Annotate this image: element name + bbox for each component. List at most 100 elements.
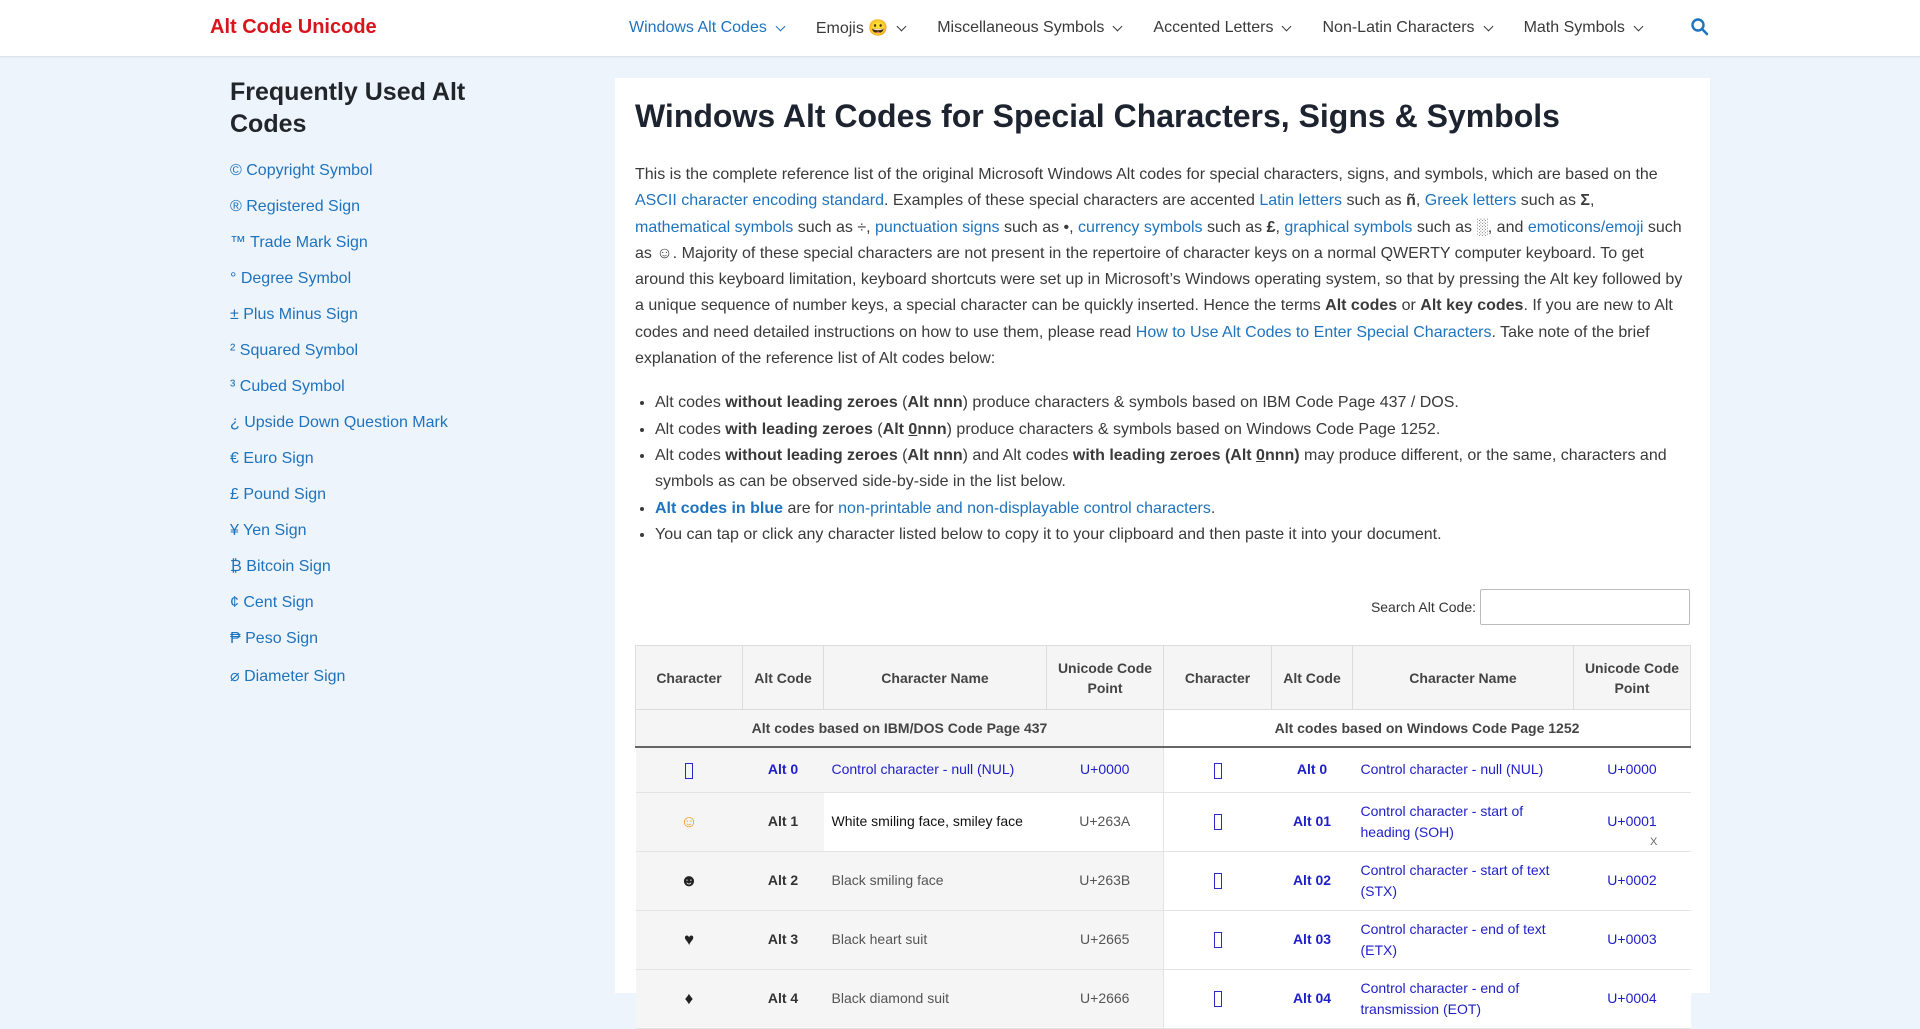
chevron-down-icon <box>896 21 907 31</box>
link-latin-letters[interactable]: Latin letters <box>1259 192 1342 209</box>
sidebar-link-upside-down-question[interactable]: ¿ Upside Down Question Mark <box>230 414 448 431</box>
alt-code-cell: Alt 02 <box>1271 851 1353 911</box>
link-currency-symbols[interactable]: currency symbols <box>1078 219 1202 236</box>
link-punctuation-signs[interactable]: punctuation signs <box>875 219 1000 236</box>
col-header-character-name: Character Name <box>1352 645 1574 710</box>
table-row: Alt 0 Control character - null (NUL) U+0… <box>635 747 1691 793</box>
note-item: Alt codes with leading zeroes (Alt 0nnn)… <box>655 417 1690 443</box>
chevron-down-icon <box>1633 21 1644 31</box>
sidebar-item: ¥ Yen Sign <box>230 522 530 558</box>
alt-code-cell: Alt 04 <box>1271 969 1353 1029</box>
character-cell[interactable] <box>1163 851 1272 911</box>
group-header-windows: Alt codes based on Windows Code Page 125… <box>1163 709 1691 748</box>
character-cell[interactable] <box>1163 969 1272 1029</box>
col-header-alt-code: Alt Code <box>1271 645 1353 710</box>
character-name-cell: Control character - null (NUL) <box>1352 747 1574 793</box>
nav-windows-alt-codes[interactable]: Windows Alt Codes <box>629 18 786 38</box>
sidebar-link-trademark[interactable]: ™ Trade Mark Sign <box>230 234 368 251</box>
character-cell[interactable] <box>1163 910 1272 970</box>
character-cell[interactable] <box>635 747 743 793</box>
link-mathematical-symbols[interactable]: mathematical symbols <box>635 219 793 236</box>
alt-code-cell: Alt 1 <box>742 792 824 852</box>
sidebar-title: Frequently Used Alt Codes <box>230 78 466 138</box>
site-header: Alt Code Unicode Windows Alt Codes Emoji… <box>0 0 1920 57</box>
nav-accented-letters[interactable]: Accented Letters <box>1153 18 1292 38</box>
character-name-cell: Black smiling face <box>823 851 1047 911</box>
character-cell[interactable]: ☺ <box>635 792 743 852</box>
link-emoticons-emoji[interactable]: emoticons/emoji <box>1528 219 1644 236</box>
character-cell[interactable] <box>1163 747 1272 793</box>
alt-code-cell: Alt 4 <box>742 969 824 1029</box>
character-cell[interactable]: ♥ <box>635 910 743 970</box>
note-item: You can tap or click any character liste… <box>655 522 1690 548</box>
sidebar-item: ² Squared Symbol <box>230 342 530 378</box>
sidebar: Frequently Used Alt Codes © Copyright Sy… <box>230 76 530 702</box>
control-char-box-icon <box>1213 762 1222 779</box>
sidebar-link-pound[interactable]: £ Pound Sign <box>230 486 326 503</box>
alt-codes-table: Character Alt Code Character Name Unicod… <box>635 645 1691 1029</box>
link-ascii[interactable]: ASCII character encoding standard <box>635 192 884 209</box>
col-header-character: Character <box>635 645 743 710</box>
character-cell[interactable] <box>1163 792 1272 852</box>
col-header-character: Character <box>1163 645 1272 710</box>
page-title: Windows Alt Codes for Special Characters… <box>635 98 1560 134</box>
article: Windows Alt Codes for Special Characters… <box>635 96 1691 1029</box>
sidebar-link-diameter[interactable]: ⌀ Diameter Sign <box>230 668 345 685</box>
character-name-cell: Control character - null (NUL) <box>823 747 1047 793</box>
unicode-cell: U+2665 <box>1046 910 1164 970</box>
sidebar-item: ₱ Peso Sign <box>230 630 530 666</box>
nav-emojis[interactable]: Emojis 😀 <box>816 18 907 38</box>
sidebar-link-degree[interactable]: ° Degree Symbol <box>230 270 351 287</box>
sidebar-link-plus-minus[interactable]: ± Plus Minus Sign <box>230 306 358 323</box>
nav-math-symbols[interactable]: Math Symbols <box>1524 18 1644 38</box>
link-graphical-symbols[interactable]: graphical symbols <box>1284 219 1412 236</box>
search-icon[interactable] <box>1690 17 1710 37</box>
search-label: Search Alt Code: <box>1370 599 1476 615</box>
character-cell[interactable]: ♦ <box>635 969 743 1029</box>
sidebar-link-cubed[interactable]: ³ Cubed Symbol <box>230 378 345 395</box>
sidebar-item: ¢ Cent Sign <box>230 594 530 630</box>
control-char-box-icon <box>1213 873 1222 890</box>
sidebar-link-cent[interactable]: ¢ Cent Sign <box>230 594 314 611</box>
close-ad-button[interactable]: X <box>1650 836 1657 848</box>
sidebar-link-bitcoin[interactable]: ₿ Bitcoin Sign <box>230 558 331 575</box>
alt-code-cell: Alt 03 <box>1271 910 1353 970</box>
control-char-box-icon <box>1213 932 1222 949</box>
sidebar-item: £ Pound Sign <box>230 486 530 522</box>
table-header-row: Character Alt Code Character Name Unicod… <box>635 645 1691 710</box>
alt-code-search: Search Alt Code: <box>1371 589 1690 625</box>
link-greek-letters[interactable]: Greek letters <box>1425 192 1517 209</box>
main-nav: Windows Alt Codes Emojis 😀 Miscellaneous… <box>629 18 1674 38</box>
nav-non-latin-characters[interactable]: Non-Latin Characters <box>1322 18 1494 38</box>
link-how-to-use-alt-codes[interactable]: How to Use Alt Codes to Enter Special Ch… <box>1136 324 1492 341</box>
col-header-alt-code: Alt Code <box>742 645 824 710</box>
table-row: ♦ Alt 4 Black diamond suit U+2666 Alt 04… <box>635 969 1691 1029</box>
sidebar-link-yen[interactable]: ¥ Yen Sign <box>230 522 307 539</box>
alt-code-cell: Alt 3 <box>742 910 824 970</box>
character-name-cell: Control character - start of text (STX) <box>1352 851 1574 911</box>
chevron-down-icon <box>1112 21 1123 31</box>
table-row: ☻ Alt 2 Black smiling face U+263B Alt 02… <box>635 851 1691 911</box>
sidebar-link-euro[interactable]: € Euro Sign <box>230 450 314 467</box>
character-cell[interactable]: ☻ <box>635 851 743 911</box>
sidebar-item: ₿ Bitcoin Sign <box>230 558 530 594</box>
chevron-down-icon <box>1282 21 1292 31</box>
control-char-box-icon <box>1213 991 1222 1008</box>
link-control-characters[interactable]: non-printable and non-displayable contro… <box>838 500 1211 517</box>
site-logo[interactable]: Alt Code Unicode <box>210 16 377 39</box>
character-name-cell: Control character - end of text (ETX) <box>1352 910 1574 970</box>
sidebar-link-peso[interactable]: ₱ Peso Sign <box>230 630 318 647</box>
chevron-down-icon <box>1483 21 1494 31</box>
sidebar-list: © Copyright Symbol ® Registered Sign ™ T… <box>230 162 530 702</box>
sidebar-link-copyright[interactable]: © Copyright Symbol <box>230 162 373 179</box>
sidebar-link-squared[interactable]: ² Squared Symbol <box>230 342 358 359</box>
nav-miscellaneous-symbols[interactable]: Miscellaneous Symbols <box>937 18 1123 38</box>
sidebar-link-registered[interactable]: ® Registered Sign <box>230 198 360 215</box>
control-char-box-icon <box>685 762 693 779</box>
unicode-cell: U+2666 <box>1046 969 1164 1029</box>
table-row: ☺ Alt 1 White smiling face, smiley face … <box>635 792 1691 852</box>
col-header-character-name: Character Name <box>823 645 1047 710</box>
search-alt-code-input[interactable] <box>1480 589 1690 625</box>
control-char-box-icon <box>1213 814 1222 831</box>
unicode-cell: U+0000 <box>1573 747 1691 793</box>
